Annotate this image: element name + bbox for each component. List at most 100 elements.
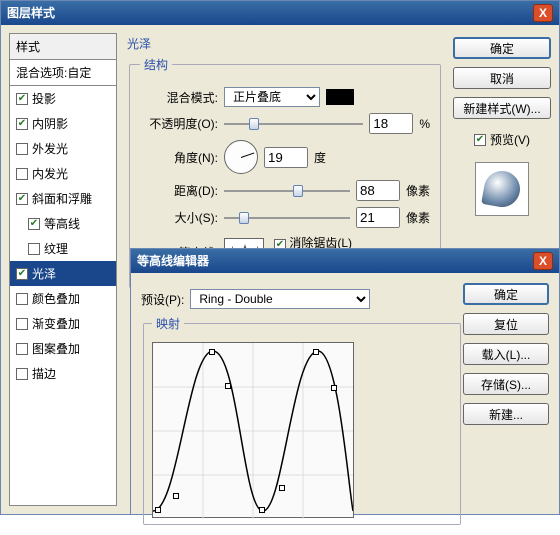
opacity-unit: % [419,117,430,131]
preview-thumb-icon [481,168,523,210]
contour-editor-window: 等高线编辑器 X 预设(P): Ring - Double 映射 [130,248,560,515]
blend-mode-row: 混合模式: 正片叠底 [140,87,430,107]
angle-row: 角度(N): 度 [140,140,430,174]
preview-option[interactable]: 预览(V) [453,131,551,148]
styles-list: 投影内阴影外发光内发光斜面和浮雕等高线纹理光泽颜色叠加渐变叠加图案叠加描边 [10,86,116,386]
style-item-4[interactable]: 斜面和浮雕 [10,186,116,211]
preset-row: 预设(P): Ring - Double [141,289,463,309]
mapping-group: 映射 [143,315,461,525]
curve-handle[interactable] [209,349,215,355]
style-item-label: 光泽 [32,265,56,282]
cancel-button[interactable]: 取消 [453,67,551,89]
satin-title: 光泽 [127,35,443,52]
style-item-10[interactable]: 图案叠加 [10,336,116,361]
checkbox-icon [16,118,28,130]
contour-titlebar: 等高线编辑器 X [131,249,559,273]
ok-button[interactable]: 确定 [453,37,551,59]
curve-handle[interactable] [225,383,231,389]
checkbox-icon [16,143,28,155]
style-item-label: 等高线 [44,215,80,232]
style-item-label: 斜面和浮雕 [32,190,92,207]
new-style-button[interactable]: 新建样式(W)... [453,97,551,119]
contour-load-button[interactable]: 载入(L)... [463,343,549,365]
size-label: 大小(S): [140,209,218,226]
close-icon[interactable]: X [533,4,553,22]
structure-legend: 结构 [140,56,172,73]
contour-body: 预设(P): Ring - Double 映射 [131,273,559,535]
opacity-label: 不透明度(O): [140,115,218,132]
opacity-input[interactable] [369,113,413,134]
style-item-0[interactable]: 投影 [10,86,116,111]
checkbox-icon [16,343,28,355]
size-unit: 像素 [406,209,430,226]
blend-mode-label: 混合模式: [140,89,218,106]
distance-unit: 像素 [406,182,430,199]
style-item-9[interactable]: 渐变叠加 [10,311,116,336]
size-input[interactable] [356,207,400,228]
style-item-8[interactable]: 颜色叠加 [10,286,116,311]
style-item-5[interactable]: 等高线 [10,211,116,236]
contour-ok-button[interactable]: 确定 [463,283,549,305]
styles-panel: 样式 混合选项:自定 投影内阴影外发光内发光斜面和浮雕等高线纹理光泽颜色叠加渐变… [9,33,117,506]
checkbox-icon [16,93,28,105]
checkbox-icon [16,318,28,330]
contour-buttons: 确定 复位 载入(L)... 存储(S)... 新建... [463,283,549,525]
size-slider[interactable] [224,211,350,225]
style-item-1[interactable]: 内阴影 [10,111,116,136]
opacity-row: 不透明度(O): % [140,113,430,134]
style-item-label: 纹理 [44,240,68,257]
contour-reset-button[interactable]: 复位 [463,313,549,335]
checkbox-icon [474,134,486,146]
style-item-7[interactable]: 光泽 [10,261,116,286]
style-item-2[interactable]: 外发光 [10,136,116,161]
style-item-label: 渐变叠加 [32,315,80,332]
checkbox-icon [16,168,28,180]
close-icon[interactable]: X [533,252,553,270]
contour-title: 等高线编辑器 [137,249,209,273]
mapping-legend: 映射 [152,315,184,332]
opacity-slider[interactable] [224,117,363,131]
curve-handle[interactable] [313,349,319,355]
color-swatch[interactable] [326,89,354,105]
main-title: 图层样式 [7,1,55,25]
style-item-3[interactable]: 内发光 [10,161,116,186]
style-item-label: 颜色叠加 [32,290,80,307]
distance-label: 距离(D): [140,182,218,199]
distance-input[interactable] [356,180,400,201]
style-item-label: 内发光 [32,165,68,182]
contour-new-button[interactable]: 新建... [463,403,549,425]
distance-row: 距离(D): 像素 [140,180,430,201]
styles-header: 样式 [10,34,116,60]
style-item-label: 投影 [32,90,56,107]
angle-unit: 度 [314,149,326,166]
angle-dial[interactable] [224,140,258,174]
style-item-label: 描边 [32,365,56,382]
angle-label: 角度(N): [140,149,218,166]
checkbox-icon [28,218,40,230]
style-item-6[interactable]: 纹理 [10,236,116,261]
curve-handle[interactable] [259,507,265,513]
preset-label: 预设(P): [141,291,184,308]
main-titlebar: 图层样式 X [1,1,559,25]
curve-handle[interactable] [155,507,161,513]
checkbox-icon [28,243,40,255]
angle-input[interactable] [264,147,308,168]
style-item-11[interactable]: 描边 [10,361,116,386]
contour-save-button[interactable]: 存储(S)... [463,373,549,395]
curve-handle[interactable] [331,385,337,391]
curve-handle[interactable] [279,485,285,491]
size-row: 大小(S): 像素 [140,207,430,228]
style-item-label: 图案叠加 [32,340,80,357]
checkbox-icon [16,193,28,205]
curve-handle[interactable] [173,493,179,499]
contour-graph[interactable] [152,342,354,518]
contour-left: 预设(P): Ring - Double 映射 [141,283,463,525]
preset-select[interactable]: Ring - Double [190,289,370,309]
checkbox-icon [16,368,28,380]
blend-options[interactable]: 混合选项:自定 [10,60,116,86]
checkbox-icon [16,268,28,280]
blend-mode-select[interactable]: 正片叠底 [224,87,320,107]
distance-slider[interactable] [224,184,350,198]
style-item-label: 外发光 [32,140,68,157]
preview-thumb [475,162,529,216]
